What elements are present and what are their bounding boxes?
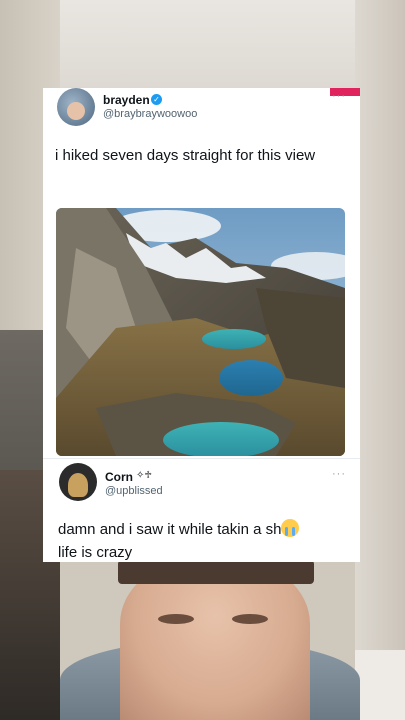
reply-text: damn and i saw it while takin a sh life …: [58, 518, 358, 562]
author-avatar[interactable]: [57, 88, 95, 126]
person-face: [120, 560, 310, 720]
left-eye: [158, 614, 194, 624]
right-wall: [355, 0, 405, 720]
reply-author-name[interactable]: Corn: [105, 470, 133, 484]
baseboard: [355, 650, 405, 720]
reply-author-avatar[interactable]: [59, 463, 97, 501]
author-name[interactable]: brayden: [103, 93, 150, 107]
ellipsis-icon[interactable]: ···: [332, 90, 346, 102]
divider: [43, 458, 360, 459]
crying-face-emoji-icon: [281, 519, 300, 537]
verified-badge-icon: ✓: [151, 94, 162, 105]
reply-author-symbols: ✧♱: [136, 470, 153, 481]
tweet-card: brayden ✓ @braybraywoowoo ··· i hiked se…: [43, 88, 360, 562]
person-hair: [118, 560, 314, 584]
tweet-photo[interactable]: [56, 208, 345, 456]
mountain-lakes-image: [56, 208, 345, 456]
reply-text-line2: life is crazy: [58, 544, 133, 561]
author-handle[interactable]: @braybraywoowoo: [103, 108, 197, 120]
tweet-text: i hiked seven days straight for this vie…: [55, 147, 316, 164]
reply-text-line1: damn and i saw it while takin a sh: [58, 521, 282, 538]
reply-ellipsis-icon[interactable]: ···: [332, 468, 346, 480]
right-eye: [232, 614, 268, 624]
reply-author-handle[interactable]: @upblissed: [105, 485, 163, 497]
